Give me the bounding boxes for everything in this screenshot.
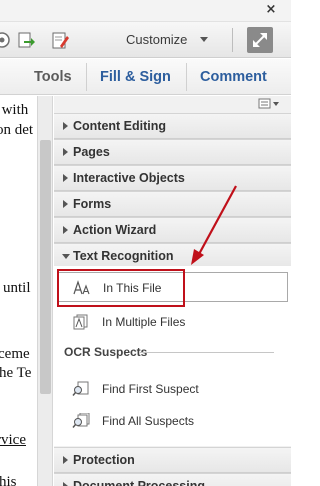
section-label: Protection: [73, 453, 135, 467]
close-icon[interactable]: ×: [264, 2, 278, 18]
chevron-right-icon: [63, 200, 68, 208]
document-view[interactable]: s with on det until ceme he Te rvice his: [0, 96, 37, 486]
title-strip: ×: [0, 0, 291, 22]
section-label: Interactive Objects: [73, 171, 185, 185]
document-scrollbar[interactable]: [37, 96, 53, 486]
section-document-processing[interactable]: Document Processing: [54, 473, 291, 486]
chevron-right-icon: [63, 226, 68, 234]
toolbar: Customize: [0, 22, 291, 58]
chevron-right-icon: [63, 148, 68, 156]
round-icon[interactable]: [0, 30, 12, 50]
section-content-editing[interactable]: Content Editing: [54, 113, 291, 139]
document-text-line: ceme: [0, 346, 30, 362]
chevron-down-icon: [62, 254, 70, 259]
scrollbar-thumb[interactable]: [40, 140, 51, 394]
section-action-wizard[interactable]: Action Wizard: [54, 217, 291, 243]
panel-options-icon[interactable]: [258, 98, 282, 110]
section-protection[interactable]: Protection: [54, 447, 291, 473]
section-label: Text Recognition: [73, 249, 174, 263]
document-text-line: on det: [0, 122, 34, 138]
section-label: Forms: [73, 197, 112, 211]
chevron-right-icon: [63, 456, 68, 464]
find-all-suspects-button[interactable]: Find All Suspects: [58, 406, 288, 436]
document-text-line: rvice: [0, 432, 26, 448]
ocr-suspects-heading: OCR Suspects: [64, 345, 148, 359]
tool-label: Find All Suspects: [102, 414, 195, 428]
document-text-line: he Te: [0, 365, 32, 381]
chevron-right-icon: [63, 482, 68, 486]
export-icon[interactable]: [16, 30, 36, 50]
section-label: Content Editing: [73, 119, 167, 133]
customize-button[interactable]: Customize: [126, 30, 214, 50]
section-label: Action Wizard: [73, 223, 157, 237]
tab-divider: [186, 63, 187, 91]
find-first-suspect-button[interactable]: Find First Suspect: [58, 374, 288, 404]
divider: [140, 352, 274, 353]
document-text-line: his: [0, 474, 17, 486]
find-all-suspects-icon: [72, 413, 90, 428]
tab-tools[interactable]: Tools: [34, 59, 72, 95]
edit-form-icon[interactable]: [50, 30, 70, 50]
tab-fill-and-sign[interactable]: Fill & Sign: [100, 59, 171, 95]
tab-divider: [86, 63, 87, 91]
find-suspect-icon: [72, 381, 89, 396]
chevron-down-icon: [200, 37, 208, 42]
chevron-right-icon: [63, 122, 68, 130]
tab-comment[interactable]: Comment: [200, 59, 267, 95]
tool-label: Find First Suspect: [102, 382, 199, 396]
toolbar-divider: [232, 28, 233, 52]
section-forms[interactable]: Forms: [54, 191, 291, 217]
expand-icon: [253, 33, 267, 47]
expand-button[interactable]: [247, 27, 273, 53]
document-text-line: s with: [0, 102, 29, 118]
tab-bar: Tools Fill & Sign Comment: [0, 59, 291, 95]
section-label: Document Processing: [73, 479, 205, 486]
chevron-right-icon: [63, 174, 68, 182]
section-label: Pages: [73, 145, 110, 159]
in-multiple-files-button[interactable]: In Multiple Files: [58, 307, 288, 337]
section-interactive-objects[interactable]: Interactive Objects: [54, 165, 291, 191]
multiple-files-icon: [73, 314, 88, 330]
section-pages[interactable]: Pages: [54, 139, 291, 165]
customize-label: Customize: [126, 32, 188, 47]
tool-label: In Multiple Files: [102, 315, 186, 329]
annotation-highlight-box: [57, 269, 185, 307]
document-text-line: until: [3, 280, 31, 296]
